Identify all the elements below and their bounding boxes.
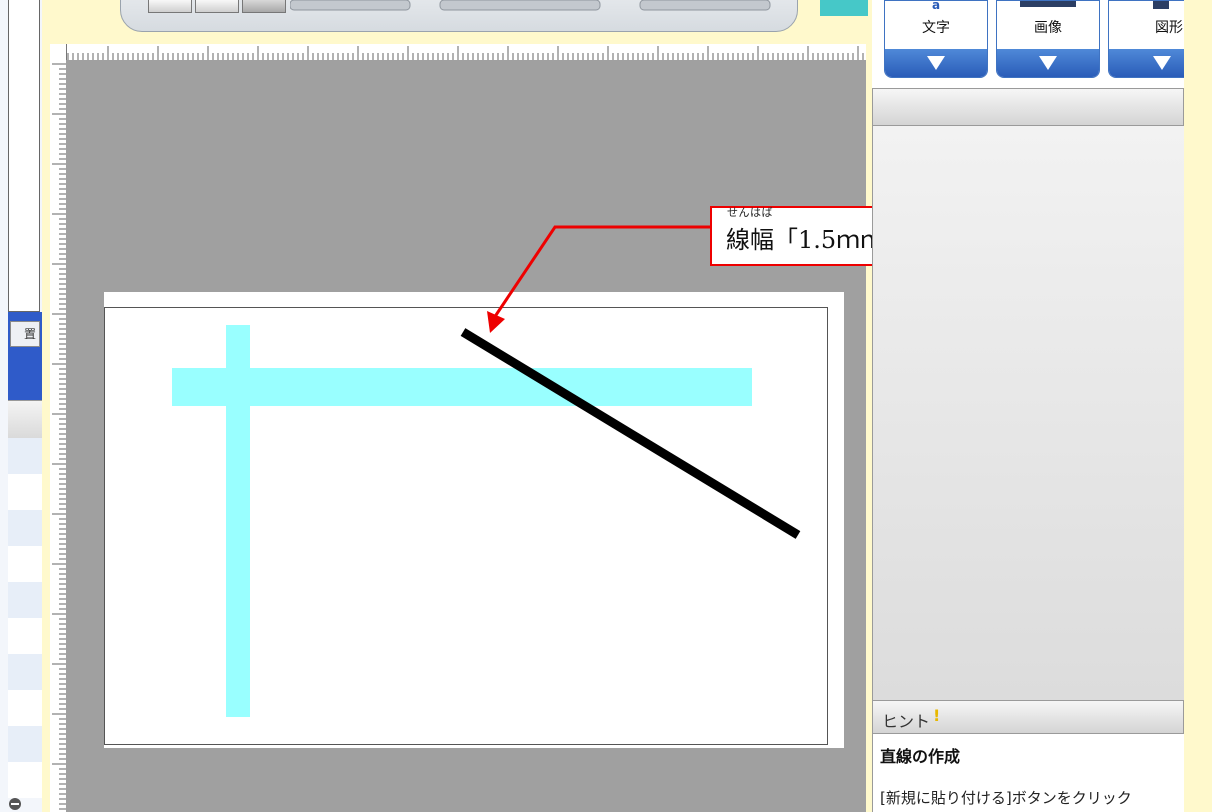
list-item[interactable]	[8, 654, 42, 690]
shape-insert-dropdown[interactable]	[1109, 49, 1185, 77]
image-insert-label: 画像	[1034, 20, 1062, 36]
image-insert-button[interactable]: 画像	[996, 0, 1100, 78]
shape-icon	[1109, 1, 1185, 9]
properties-panel	[872, 126, 1184, 700]
left-panel-button[interactable]: 置	[10, 321, 40, 347]
shape-insert-button[interactable]: 図形	[1108, 0, 1185, 78]
list-item[interactable]	[8, 474, 42, 510]
text-insert-button[interactable]: a 文字	[884, 0, 988, 78]
left-list-header	[8, 400, 42, 439]
page-drawing	[172, 325, 801, 717]
properties-header	[872, 88, 1184, 126]
shape-insert-label: 図形	[1155, 20, 1183, 36]
list-item[interactable]	[8, 762, 42, 798]
document-page[interactable]	[104, 307, 828, 745]
image-insert-dropdown[interactable]	[997, 49, 1099, 77]
list-item[interactable]	[8, 618, 42, 654]
text-icon: a	[931, 0, 941, 12]
list-item[interactable]	[8, 510, 42, 546]
window-edge	[1184, 0, 1212, 812]
hint-text: [新規に貼り付ける]ボタンをクリック	[880, 789, 1132, 807]
list-item[interactable]	[8, 726, 42, 762]
hint-title: 直線の作成	[880, 747, 961, 766]
text-insert-label: 文字	[922, 20, 950, 36]
toolbar-slots	[290, 0, 771, 11]
toolbar-button[interactable]	[242, 0, 286, 13]
list-item[interactable]	[8, 546, 42, 582]
layer-list[interactable]	[8, 0, 40, 312]
lightbulb-icon: !	[933, 706, 941, 725]
image-icon	[997, 1, 1099, 9]
chevron-down-icon	[1039, 56, 1057, 70]
list-item[interactable]	[8, 582, 42, 618]
chevron-down-icon	[927, 56, 945, 70]
toolbar-button[interactable]	[148, 0, 192, 13]
guide-line-horizontal[interactable]	[172, 368, 752, 406]
drawn-straight-line[interactable]	[460, 328, 801, 539]
vertical-ruler	[50, 44, 67, 812]
guide-line-vertical[interactable]	[226, 325, 250, 717]
list-item[interactable]	[8, 438, 42, 474]
toolbar-button[interactable]	[195, 0, 239, 13]
color-swatch[interactable]	[820, 0, 868, 16]
toolbar-button-group	[148, 0, 288, 14]
scroll-down-icon[interactable]	[8, 796, 22, 810]
chevron-down-icon	[1153, 56, 1171, 70]
hint-label: ヒント	[882, 712, 931, 731]
callout-arrow	[487, 225, 711, 333]
list-item[interactable]	[8, 690, 42, 726]
horizontal-ruler	[54, 44, 866, 61]
text-insert-dropdown[interactable]	[885, 49, 987, 77]
callout-ruby-text: せんはば	[727, 206, 773, 219]
